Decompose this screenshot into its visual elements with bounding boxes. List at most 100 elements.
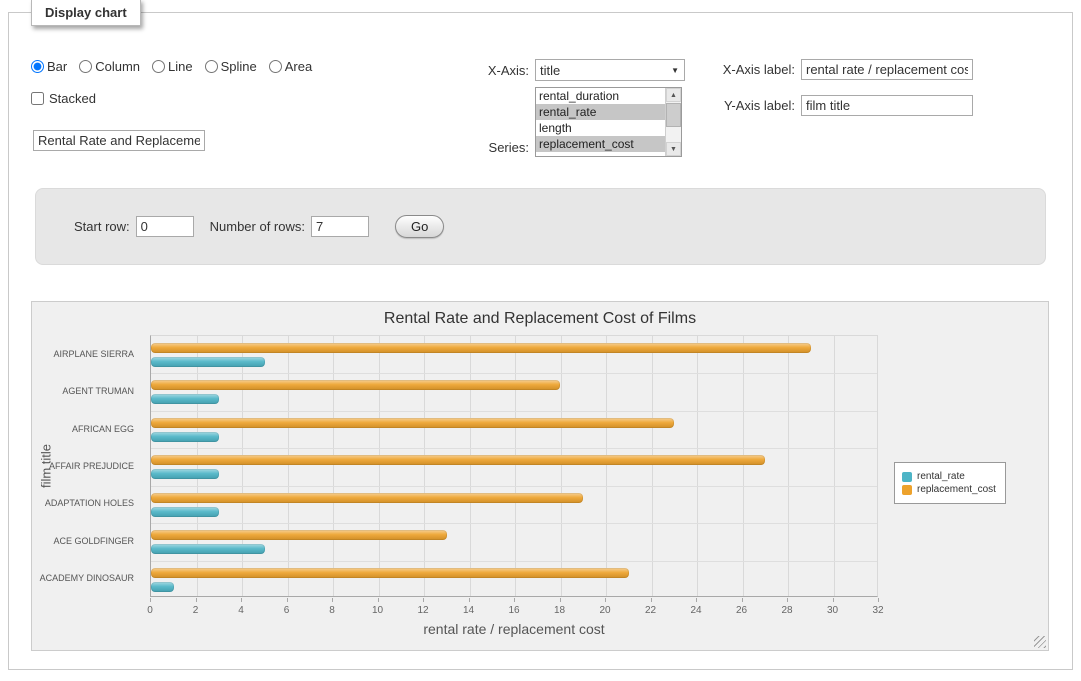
chart-type-label: Bar	[47, 59, 67, 74]
x-tick-label: 10	[372, 605, 383, 616]
x-axis-label-row: X-Axis label:	[711, 59, 973, 80]
x-axis-select-label: X-Axis:	[479, 63, 529, 78]
num-rows-label: Number of rows:	[210, 219, 305, 234]
chart-title-input[interactable]	[33, 130, 205, 151]
stacked-checkbox[interactable]	[31, 92, 44, 105]
category-label: AIRPLANE SIERRA	[53, 349, 134, 359]
x-tick-label: 12	[417, 605, 428, 616]
x-gridline	[834, 336, 835, 596]
x-tick-label: 2	[193, 605, 199, 616]
x-tick-mark	[287, 598, 288, 602]
x-gridline	[424, 336, 425, 596]
x-gridline	[561, 336, 562, 596]
x-axis-label-input[interactable]	[801, 59, 973, 80]
x-tick-mark	[878, 598, 879, 602]
bar-rental_rate[interactable]	[151, 469, 219, 479]
x-tick-mark	[332, 598, 333, 602]
chart-type-option-spline[interactable]: Spline	[205, 59, 257, 74]
bar-rental_rate[interactable]	[151, 507, 219, 517]
legend-item-rental_rate[interactable]: rental_rate	[902, 471, 996, 482]
x-tick-label: 4	[238, 605, 244, 616]
series-option-rental_duration[interactable]: rental_duration	[536, 88, 665, 104]
x-tick-mark	[150, 598, 151, 602]
bar-replacement_cost[interactable]	[151, 343, 811, 353]
x-gridline	[515, 336, 516, 596]
legend-item-replacement_cost[interactable]: replacement_cost	[902, 484, 996, 495]
bar-replacement_cost[interactable]	[151, 493, 583, 503]
x-tick-mark	[241, 598, 242, 602]
bar-rental_rate[interactable]	[151, 432, 219, 442]
bar-replacement_cost[interactable]	[151, 418, 674, 428]
num-rows-input[interactable]	[311, 216, 369, 237]
y-axis-label-input[interactable]	[801, 95, 973, 116]
bar-replacement_cost[interactable]	[151, 568, 629, 578]
x-tick-label: 28	[781, 605, 792, 616]
x-tick-label: 16	[508, 605, 519, 616]
x-tick-label: 24	[690, 605, 701, 616]
series-option-length[interactable]: length	[536, 120, 665, 136]
x-axis-title: rental rate / replacement cost	[150, 621, 878, 637]
x-gridline	[788, 336, 789, 596]
x-tick-label: 0	[147, 605, 153, 616]
x-gridline	[606, 336, 607, 596]
x-axis-select[interactable]: title	[535, 59, 685, 81]
series-select-label: Series:	[479, 140, 529, 157]
chart-type-option-bar[interactable]: Bar	[31, 59, 67, 74]
chart-type-radio-spline[interactable]	[205, 60, 218, 73]
chart-area: Rental Rate and Replacement Cost of Film…	[31, 301, 1049, 651]
x-gridline	[197, 336, 198, 596]
legend-swatch-replacement_cost	[902, 485, 912, 495]
x-gridline	[697, 336, 698, 596]
bar-replacement_cost[interactable]	[151, 530, 447, 540]
x-tick-mark	[469, 598, 470, 602]
legend-label: rental_rate	[917, 471, 965, 482]
bar-rental_rate[interactable]	[151, 357, 265, 367]
scroll-up-icon[interactable]: ▲	[666, 88, 681, 102]
chart-type-option-line[interactable]: Line	[152, 59, 193, 74]
bar-rental_rate[interactable]	[151, 582, 174, 592]
series-option-rental_rate[interactable]: rental_rate	[536, 104, 665, 120]
x-tick-mark	[833, 598, 834, 602]
x-tick-mark	[423, 598, 424, 602]
chart-type-label: Line	[168, 59, 193, 74]
series-option-replacement_cost[interactable]: replacement_cost	[536, 136, 665, 152]
x-gridline	[470, 336, 471, 596]
x-gridline	[333, 336, 334, 596]
chart-type-radio-column[interactable]	[79, 60, 92, 73]
x-gridline	[379, 336, 380, 596]
legend-swatch-rental_rate	[902, 472, 912, 482]
bar-replacement_cost[interactable]	[151, 455, 765, 465]
x-tick-mark	[787, 598, 788, 602]
y-axis-label-caption: Y-Axis label:	[711, 98, 795, 113]
x-tick-mark	[196, 598, 197, 602]
scrollbar-thumb[interactable]	[666, 103, 681, 127]
chart-type-label: Column	[95, 59, 140, 74]
resize-handle-icon[interactable]	[1034, 636, 1046, 648]
chart-type-option-area[interactable]: Area	[269, 59, 312, 74]
bar-rental_rate[interactable]	[151, 544, 265, 554]
category-label: ADAPTATION HOLES	[45, 498, 134, 508]
start-row-input[interactable]	[136, 216, 194, 237]
stacked-option[interactable]: Stacked	[31, 91, 96, 106]
chart-type-option-column[interactable]: Column	[79, 59, 140, 74]
chart-type-radio-area[interactable]	[269, 60, 282, 73]
series-listbox[interactable]: rental_durationrental_ratelengthreplacem…	[535, 87, 682, 157]
go-button[interactable]: Go	[395, 215, 444, 238]
x-gridline	[652, 336, 653, 596]
x-tick-label: 22	[645, 605, 656, 616]
chart-type-radio-group: Bar Column Line Spline Area	[31, 59, 312, 74]
x-axis-select-wrap: title ▼	[535, 59, 685, 81]
display-chart-fieldset: Display chart BarColumnLineSplineArea St…	[8, 12, 1073, 670]
bar-replacement_cost[interactable]	[151, 380, 560, 390]
chart-type-radio-line[interactable]	[152, 60, 165, 73]
x-tick-label: 8	[329, 605, 335, 616]
chart-type-label: Area	[285, 59, 312, 74]
series-scrollbar[interactable]: ▲ ▼	[665, 88, 681, 156]
x-tick-label: 30	[827, 605, 838, 616]
x-gridline	[743, 336, 744, 596]
x-tick-label: 18	[554, 605, 565, 616]
chart-type-radio-bar[interactable]	[31, 60, 44, 73]
x-tick-mark	[651, 598, 652, 602]
scroll-down-icon[interactable]: ▼	[666, 142, 681, 156]
bar-rental_rate[interactable]	[151, 394, 219, 404]
